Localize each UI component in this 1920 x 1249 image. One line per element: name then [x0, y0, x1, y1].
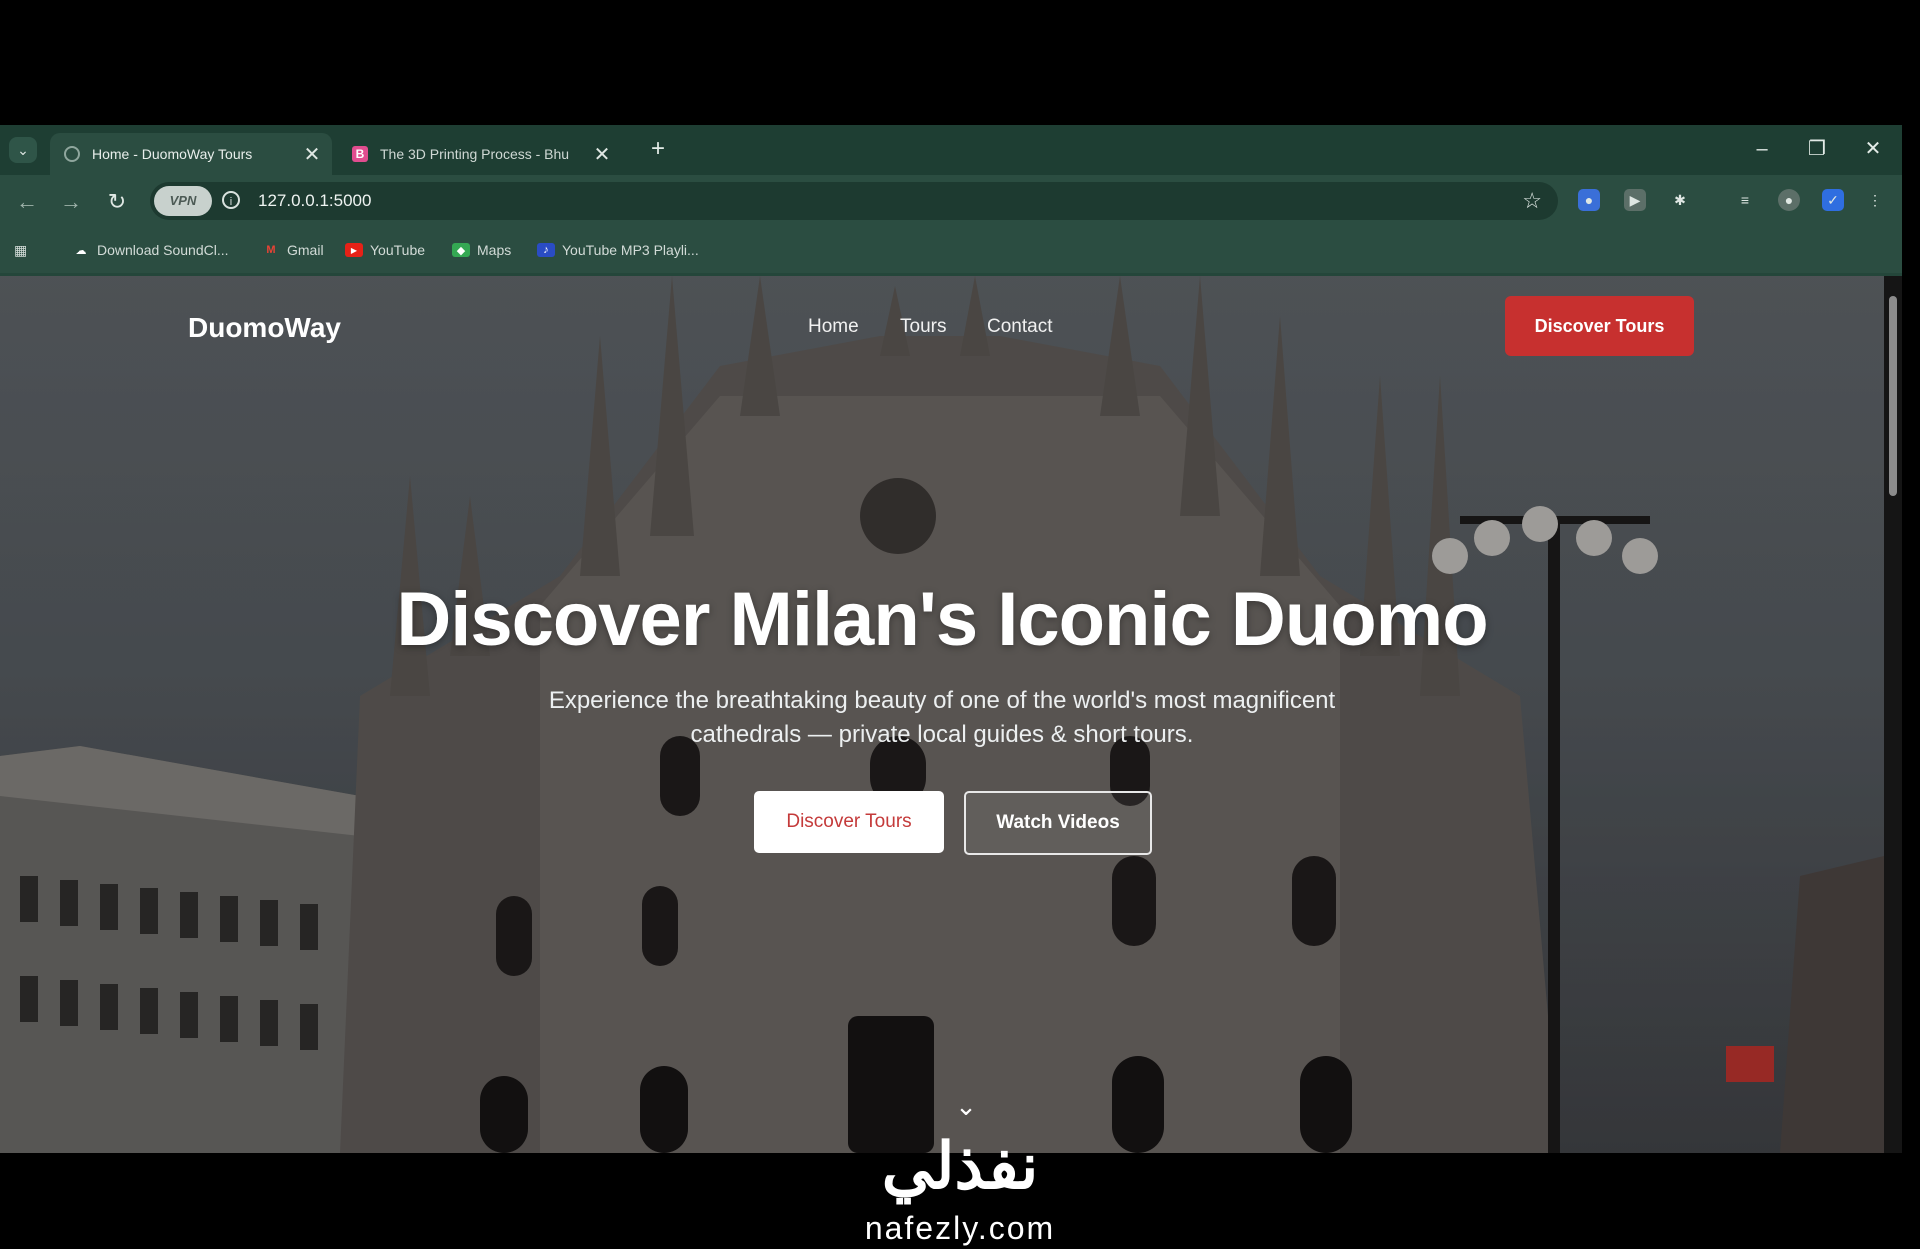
watermark-arabic: نفذلي [881, 1130, 1039, 1202]
scrollbar-thumb[interactable] [1889, 296, 1897, 496]
bookmark-maps[interactable]: ◆ Maps [452, 227, 511, 273]
bookmark-label: YouTube MP3 Playli... [562, 242, 699, 258]
nav-link-home[interactable]: Home [808, 316, 859, 338]
browser-toolbar: ← → ↻ VPN i 127.0.0.1:5000 ☆ ● ▶ ✱ ≡ ● ✓… [0, 175, 1902, 227]
tab-strip: ⌄ Home - DuomoWay Tours ✕ B The 3D Print… [0, 125, 1902, 175]
minimize-icon[interactable]: – [1742, 133, 1782, 165]
nav-discover-tours-button[interactable]: Discover Tours [1505, 296, 1694, 356]
new-tab-button[interactable]: + [644, 135, 672, 163]
bookmark-youtube-mp3[interactable]: ♪ YouTube MP3 Playli... [537, 227, 699, 273]
tab-title: Home - DuomoWay Tours [92, 146, 253, 162]
forward-icon[interactable]: → [56, 187, 86, 217]
nav-link-tours[interactable]: Tours [900, 316, 946, 338]
puzzle-extensions-icon[interactable]: ✱ [1669, 189, 1691, 211]
bookmarks-bar: ▦ ☁ Download SoundCl... M Gmail ▶ YouTub… [0, 227, 1902, 273]
youtube-icon: ▶ [345, 243, 363, 257]
back-icon[interactable]: ← [12, 187, 42, 217]
url-text[interactable]: 127.0.0.1:5000 [258, 182, 371, 220]
bhumi-favicon-icon: B [352, 146, 368, 162]
hero-subtitle: Experience the breathtaking beauty of on… [548, 687, 1336, 748]
close-tab-icon[interactable]: ✕ [590, 142, 614, 167]
profile-avatar-icon[interactable]: ● [1778, 189, 1800, 211]
hero-title: Discover Milan's Iconic Duomo [396, 577, 1488, 662]
tab-3d-printing[interactable]: B The 3D Printing Process - Bhu ✕ [344, 133, 622, 175]
tab-home-duomoway[interactable]: Home - DuomoWay Tours ✕ [50, 133, 332, 175]
music-icon: ♪ [537, 243, 555, 257]
browser-menu-icon[interactable]: ⋮ [1864, 189, 1886, 211]
scroll-down-chevron-icon[interactable]: ⌄ [952, 1091, 980, 1122]
video-extension-icon[interactable]: ▶ [1624, 189, 1646, 211]
gmail-icon: M [266, 244, 276, 256]
bookmark-gmail[interactable]: M Gmail [262, 227, 324, 273]
browser-window: ⌄ Home - DuomoWay Tours ✕ B The 3D Print… [0, 125, 1902, 1153]
bookmark-soundcloud[interactable]: ☁ Download SoundCl... [72, 227, 229, 273]
site-navbar: DuomoWay Home Tours Contact Discover Tou… [0, 276, 1884, 376]
cloud-icon: ☁ [75, 244, 87, 257]
hero-discover-tours-button[interactable]: Discover Tours [754, 791, 944, 853]
reload-icon[interactable]: ↻ [102, 187, 132, 217]
nav-link-contact[interactable]: Contact [987, 316, 1052, 338]
apps-grid-icon[interactable]: ▦ [14, 227, 27, 273]
restore-icon[interactable]: ❐ [1797, 133, 1837, 165]
tab-title: The 3D Printing Process - Bhu [380, 146, 570, 162]
watermark-url: nafezly.com [864, 1210, 1056, 1246]
close-tab-icon[interactable]: ✕ [300, 142, 324, 167]
site-info-icon[interactable]: i [222, 191, 240, 209]
media-controls-icon[interactable]: ≡ [1734, 189, 1756, 211]
address-bar[interactable]: VPN i 127.0.0.1:5000 ☆ [150, 182, 1558, 220]
bookmark-label: Maps [477, 242, 512, 258]
page-viewport: DuomoWay Home Tours Contact Discover Tou… [0, 276, 1884, 1153]
close-window-icon[interactable]: ✕ [1853, 133, 1893, 165]
tab-search-button[interactable]: ⌄ [9, 137, 37, 163]
globe-icon [64, 146, 80, 162]
bookmark-label: YouTube [370, 242, 426, 258]
security-check-icon[interactable]: ✓ [1822, 189, 1844, 211]
vpn-badge[interactable]: VPN [154, 186, 212, 216]
extension-shield-icon[interactable]: ● [1578, 189, 1600, 211]
page-scrollbar[interactable] [1884, 276, 1902, 1153]
hero-watch-videos-button[interactable]: Watch Videos [964, 791, 1152, 855]
site-logo[interactable]: DuomoWay [188, 312, 341, 344]
maps-icon: ◆ [452, 243, 470, 257]
bookmark-label: Download SoundCl... [97, 242, 229, 258]
bookmark-label: Gmail [287, 242, 324, 258]
bookmark-star-icon[interactable]: ☆ [1522, 182, 1542, 220]
bookmark-youtube[interactable]: ▶ YouTube [345, 227, 425, 273]
